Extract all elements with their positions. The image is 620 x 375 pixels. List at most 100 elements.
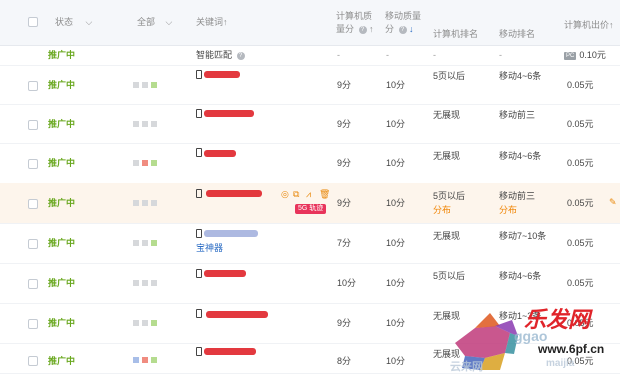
status-label: 推广中 bbox=[48, 158, 76, 168]
bid-value[interactable]: 0.05元 bbox=[567, 237, 594, 249]
chevron-down-icon[interactable]: ⌵ bbox=[86, 17, 93, 27]
mobile-rank-value: 移动4~6条 bbox=[499, 151, 542, 161]
mobile-quality-header-label-1: 移动质量 bbox=[385, 11, 422, 21]
sort-arrow-icon[interactable]: ↑ bbox=[369, 24, 374, 34]
indicator-square bbox=[142, 280, 148, 286]
pc-quality-value: 9分 bbox=[337, 198, 352, 208]
indicator-square bbox=[151, 200, 157, 206]
indicator-square bbox=[142, 357, 148, 363]
help-icon[interactable]: ? bbox=[398, 25, 407, 34]
mobile-device-icon bbox=[196, 309, 202, 318]
sort-arrow-icon[interactable]: ↑ bbox=[609, 20, 614, 30]
redacted-keyword bbox=[204, 110, 254, 117]
sort-desc-icon[interactable]: ↓ bbox=[409, 24, 414, 34]
mobile-device-icon bbox=[196, 189, 202, 198]
redacted-keyword bbox=[204, 270, 246, 277]
track-label: 轨迹 bbox=[309, 205, 324, 212]
status-label: 推广中 bbox=[48, 50, 76, 60]
mobile-quality-value: 10分 bbox=[386, 80, 406, 90]
redacted-keyword bbox=[206, 311, 268, 318]
keyword-text[interactable]: 宝神器 bbox=[196, 242, 223, 254]
table-row: 推广中 宝神器 7分 10分 无展现 移动7~10条 0.05元 bbox=[0, 223, 620, 264]
table-row: 推广中 9分 10分 无展现 移动前三 0.05元 bbox=[0, 104, 620, 144]
mobile-quality-value: 10分 bbox=[386, 238, 406, 248]
row-checkbox[interactable] bbox=[28, 120, 38, 130]
pc-quality-value: 9分 bbox=[337, 318, 352, 328]
mobile-device-icon bbox=[196, 269, 202, 278]
all-header-label: 全部 bbox=[137, 17, 156, 27]
indicator-square bbox=[151, 280, 157, 286]
mobile-device-icon bbox=[196, 70, 202, 79]
indicator-square bbox=[133, 280, 139, 286]
indicator-square bbox=[133, 200, 139, 206]
bid-value[interactable]: 0.05元 bbox=[567, 79, 594, 91]
mobile-quality-column-header[interactable]: 移动质量 分 ? ↓ bbox=[385, 10, 421, 36]
indicator-square bbox=[133, 240, 139, 246]
delete-icon[interactable]: 🗑 bbox=[319, 189, 330, 199]
all-filter-header[interactable]: 全部 ⌵ bbox=[137, 16, 172, 29]
keyword-column-header[interactable]: 关键词↑ bbox=[196, 16, 228, 29]
bid-value[interactable]: 0.05元 bbox=[567, 157, 594, 169]
row-checkbox[interactable] bbox=[28, 159, 38, 169]
indicator-square bbox=[133, 121, 139, 127]
watermark-cn-sub: maijia bbox=[546, 358, 575, 369]
pc-quality-value: 10分 bbox=[337, 278, 357, 288]
redacted-keyword bbox=[204, 71, 240, 78]
indicator-square bbox=[133, 320, 139, 326]
bid-value[interactable]: 0.05元 bbox=[567, 277, 594, 289]
indicator-square bbox=[142, 240, 148, 246]
mobile-rank-distribution-link[interactable]: 分布 bbox=[499, 204, 517, 216]
pc-quality-value: 7分 bbox=[337, 238, 352, 248]
mobile-rank-value: 移动4~6条 bbox=[499, 71, 542, 81]
pc-quality-column-header[interactable]: 计算机质 量分 ? ↑ bbox=[336, 10, 374, 36]
edit-pencil-icon[interactable]: ✎ bbox=[609, 197, 617, 207]
mobile-quality-value: 10分 bbox=[386, 198, 406, 208]
pc-bid-header-label: 计算机出价 bbox=[564, 20, 610, 30]
pc-rank-value: 5页以后 bbox=[433, 71, 466, 81]
pc-quality-value: 8分 bbox=[337, 356, 352, 366]
status-column-header[interactable]: 状态 ⌵ bbox=[55, 16, 92, 29]
mobile-quality-value: - bbox=[386, 50, 389, 60]
chevron-down-icon[interactable]: ⌵ bbox=[166, 17, 173, 27]
row-checkbox[interactable] bbox=[28, 81, 38, 91]
row-checkbox[interactable] bbox=[28, 319, 38, 329]
sort-arrow-icon[interactable]: ↑ bbox=[223, 17, 228, 27]
help-icon[interactable]: ? bbox=[358, 25, 367, 34]
status-label: 推广中 bbox=[48, 238, 76, 248]
table-row: 推广中 9分 10分 无展现 移动4~6条 0.05元 bbox=[0, 143, 620, 184]
table-row: 推广中 9分 10分 5页以后 移动4~6条 0.05元 bbox=[0, 65, 620, 105]
pc-rank-distribution-link[interactable]: 分布 bbox=[433, 204, 451, 216]
bid-value[interactable]: 0.05元 bbox=[567, 118, 594, 130]
indicator-square bbox=[151, 121, 157, 127]
keyword-header-label: 关键词 bbox=[196, 17, 224, 27]
track-prefix: 5G bbox=[298, 205, 308, 212]
mobile-quality-value: 10分 bbox=[386, 278, 406, 288]
row-checkbox[interactable] bbox=[28, 199, 38, 209]
help-icon[interactable]: ? bbox=[236, 51, 245, 60]
pc-quality-value: 9分 bbox=[337, 80, 352, 90]
bid-value[interactable]: 0.05元 bbox=[567, 197, 594, 209]
mobile-quality-header-label-2: 分 bbox=[385, 24, 395, 34]
track-button[interactable]: 5G 轨迹 bbox=[295, 204, 327, 214]
table-row-highlighted: 推广中 ◎ ⧉ ⩘ 🗑 5G 轨迹 9分 10分 5页以后 分布 移动前三 分布… bbox=[0, 183, 620, 224]
chart-icon[interactable]: ⩘ bbox=[306, 189, 311, 199]
mobile-rank-value: 移动前三 bbox=[499, 110, 536, 120]
bid-cell[interactable]: PC 0.10元 bbox=[564, 49, 606, 61]
copy-icon[interactable]: ⧉ bbox=[293, 189, 299, 199]
indicator-square bbox=[151, 240, 157, 246]
mobile-quality-value: 10分 bbox=[386, 119, 406, 129]
row-checkbox[interactable] bbox=[28, 279, 38, 289]
target-icon[interactable]: ◎ bbox=[281, 189, 289, 199]
row-checkbox[interactable] bbox=[28, 239, 38, 249]
pc-rank-column-header: 计算机排名 bbox=[433, 29, 479, 39]
select-all-checkbox[interactable] bbox=[28, 17, 38, 27]
row-checkbox[interactable] bbox=[28, 356, 38, 366]
indicator-square bbox=[142, 82, 148, 88]
pc-quality-value: - bbox=[337, 50, 340, 60]
watermark-cn-small: 云来网 bbox=[450, 361, 483, 373]
status-label: 推广中 bbox=[48, 80, 76, 90]
indicator-square bbox=[142, 320, 148, 326]
pc-bid-column-header[interactable]: 计算机出价↑ bbox=[564, 19, 614, 32]
indicator-square bbox=[151, 320, 157, 326]
redacted-keyword bbox=[204, 150, 236, 157]
